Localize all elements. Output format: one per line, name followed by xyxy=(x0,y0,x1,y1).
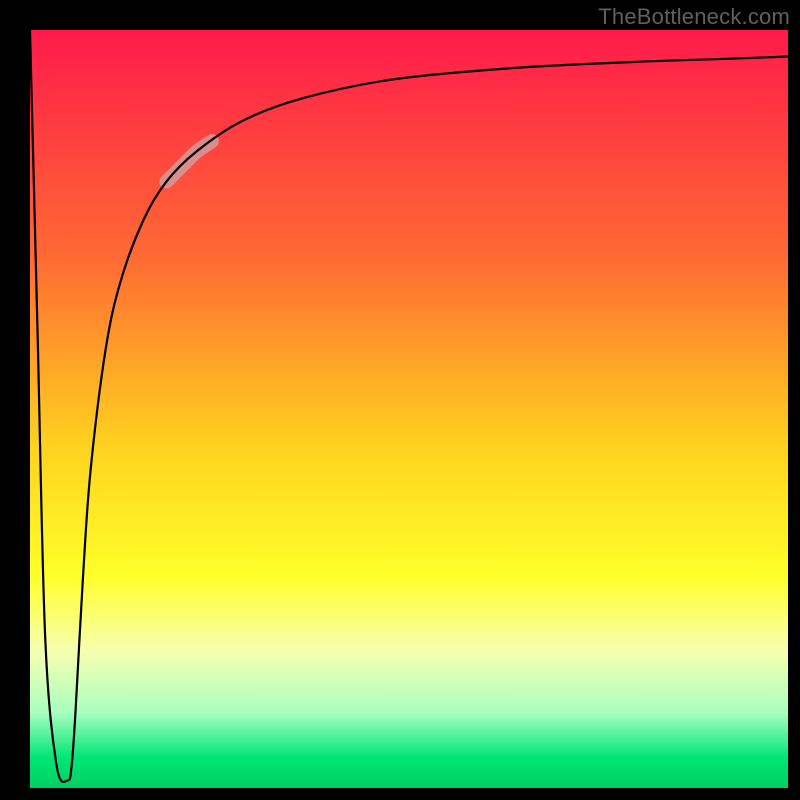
chart-frame: TheBottleneck.com xyxy=(0,0,800,800)
chart-svg xyxy=(30,30,788,788)
watermark-text: TheBottleneck.com xyxy=(598,4,790,30)
gradient-background xyxy=(30,30,788,788)
plot-area xyxy=(30,30,788,788)
